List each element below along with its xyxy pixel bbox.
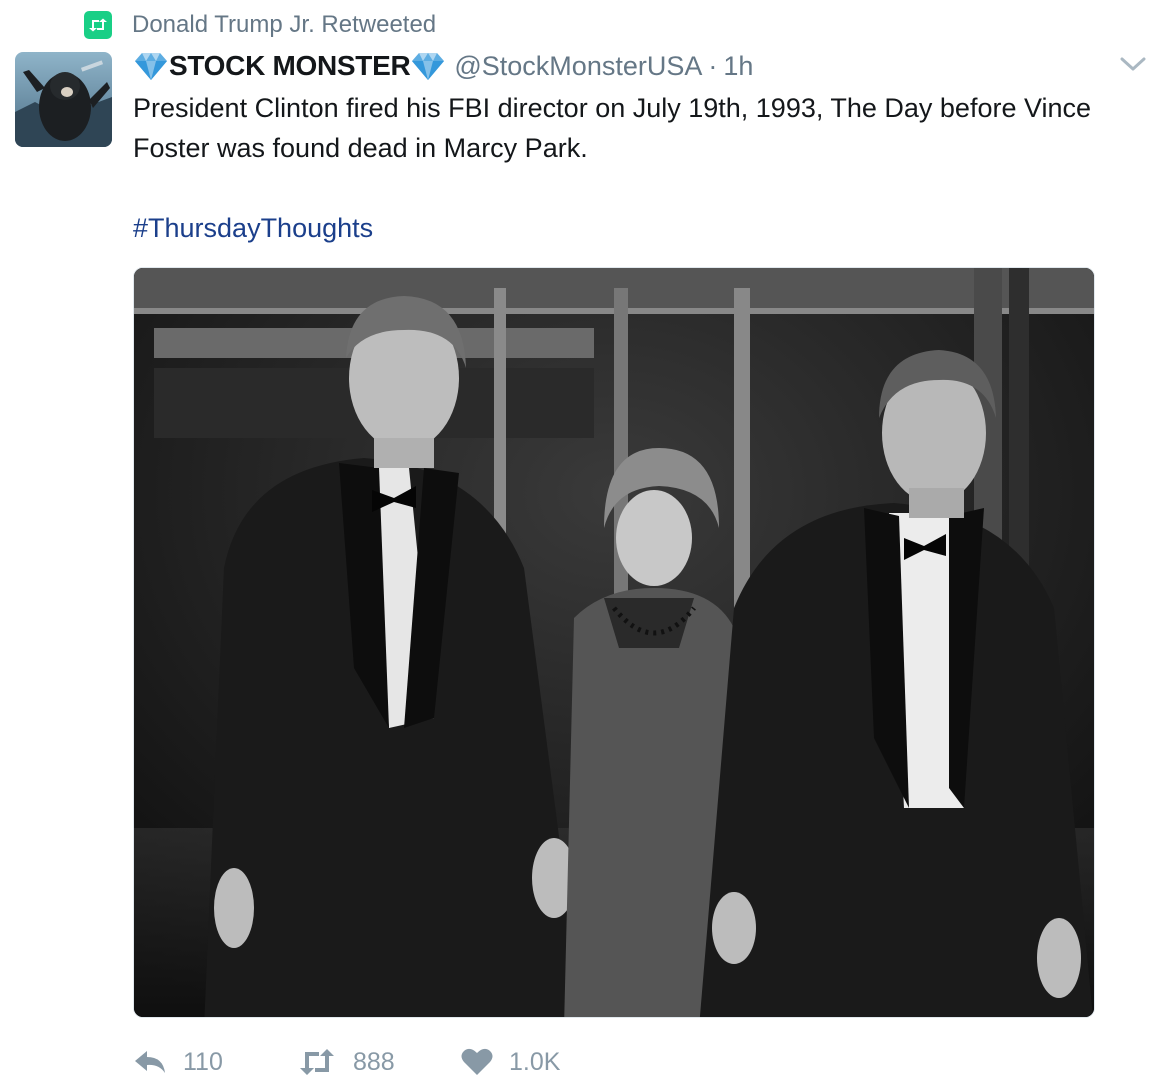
heart-icon [461,1048,493,1076]
gem-icon [410,51,446,81]
retweet-icon [297,1048,337,1076]
user-handle[interactable]: @StockMonsterUSA [454,51,702,82]
tweet-text: President Clinton fired his FBI director… [133,88,1143,248]
like-count: 1.0K [509,1047,561,1076]
tweet-photo[interactable] [133,267,1095,1018]
reply-button[interactable]: 110 [133,1048,297,1077]
separator-dot: · [708,50,718,81]
retweet-icon [84,11,112,39]
tweet-actions: 110 888 1.0K [133,1040,560,1084]
hashtag-link[interactable]: #ThursdayThoughts [133,208,1143,248]
tweet-body: President Clinton fired his FBI director… [133,93,1092,163]
tweet-timestamp[interactable]: 1h [723,51,753,82]
retweeted-by-label[interactable]: Donald Trump Jr. Retweeted [132,11,436,39]
retweet-button[interactable]: 888 [297,1048,461,1077]
retweet-context[interactable]: Donald Trump Jr. Retweeted [84,8,436,42]
retweet-count: 888 [353,1047,395,1076]
tweet-header: STOCK MONSTER @StockMonsterUSA · 1h [133,44,753,88]
display-name[interactable]: STOCK MONSTER [169,50,411,82]
reply-icon [133,1049,167,1075]
chevron-down-icon[interactable] [1118,54,1148,74]
avatar[interactable] [15,52,112,147]
gem-icon [133,51,169,81]
reply-count: 110 [183,1047,223,1076]
like-button[interactable]: 1.0K [461,1048,560,1077]
